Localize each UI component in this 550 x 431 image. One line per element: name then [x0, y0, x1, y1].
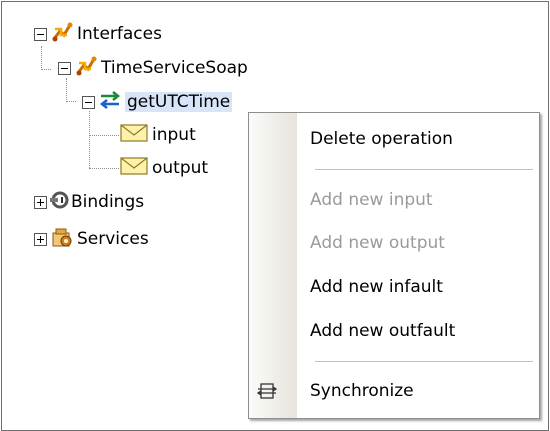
- tree-node-services[interactable]: Services: [34, 225, 149, 253]
- service-icon: [51, 226, 73, 253]
- tree-node-bindings[interactable]: Bindings: [34, 188, 144, 216]
- tree-label-output: output: [152, 158, 209, 178]
- tree-node-interfaces[interactable]: Interfaces: [34, 20, 162, 48]
- collapse-toggle[interactable]: [58, 61, 71, 75]
- expand-toggle[interactable]: [34, 195, 47, 209]
- tree-label-port-type: TimeServiceSoap: [101, 58, 248, 78]
- port-type-icon: [75, 55, 97, 82]
- operation-arrows-icon: [99, 90, 121, 115]
- tree-node-input[interactable]: input: [120, 121, 196, 149]
- menu-separator: [315, 361, 533, 362]
- menu-item-label: Add new output: [310, 233, 445, 253]
- menu-item-label: Add new input: [310, 190, 433, 210]
- synchronize-icon: [256, 381, 278, 406]
- envelope-icon: [120, 123, 148, 148]
- interfaces-icon: [51, 21, 73, 48]
- tree-connector: [41, 69, 51, 70]
- menu-item-add-new-output[interactable]: Add new output: [249, 226, 539, 260]
- menu-item-add-new-input[interactable]: Add new input: [249, 183, 539, 217]
- tree-connector: [89, 168, 119, 169]
- tree-label-operation: getUTCTime: [125, 92, 233, 112]
- context-menu: Delete operation Add new input Add new o…: [248, 112, 540, 419]
- tree-label-input: input: [152, 125, 196, 145]
- tree-label-interfaces: Interfaces: [77, 24, 162, 44]
- tree-connector: [41, 46, 42, 70]
- menu-item-label: Delete operation: [310, 129, 453, 149]
- tree-node-operation[interactable]: getUTCTime: [82, 88, 233, 116]
- menu-item-label: Synchronize: [310, 381, 414, 401]
- tree-connector: [89, 135, 119, 136]
- menu-item-synchronize[interactable]: Synchronize: [249, 374, 539, 408]
- tree-label-bindings: Bindings: [71, 192, 145, 212]
- collapse-toggle[interactable]: [82, 95, 95, 109]
- tree-connector: [89, 111, 90, 168]
- menu-item-delete-operation[interactable]: Delete operation: [249, 122, 539, 156]
- collapse-toggle[interactable]: [34, 27, 47, 41]
- binding-icon: [49, 190, 69, 215]
- tree-label-services: Services: [77, 229, 149, 249]
- tree-node-port-type[interactable]: TimeServiceSoap: [58, 54, 248, 82]
- menu-item-label: Add new outfault: [310, 321, 456, 341]
- menu-item-label: Add new infault: [310, 277, 443, 297]
- tree-node-output[interactable]: output: [120, 154, 208, 182]
- menu-separator: [315, 169, 533, 170]
- tree-connector: [66, 101, 76, 102]
- expand-toggle[interactable]: [34, 232, 47, 246]
- envelope-icon: [120, 156, 148, 181]
- menu-icon-gutter: [249, 113, 297, 418]
- menu-item-add-new-outfault[interactable]: Add new outfault: [249, 314, 539, 348]
- menu-item-add-new-infault[interactable]: Add new infault: [249, 270, 539, 304]
